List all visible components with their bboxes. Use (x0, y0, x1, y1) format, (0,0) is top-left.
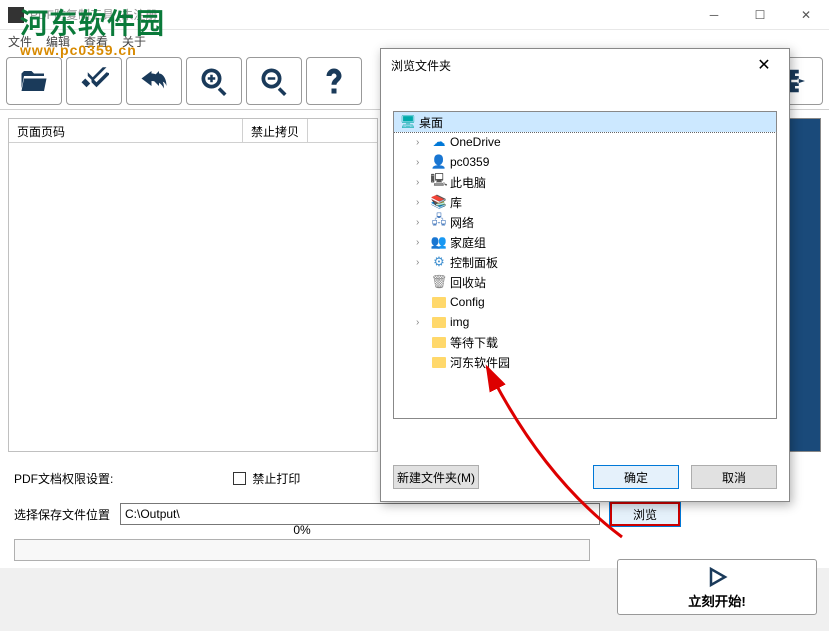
rights-label: PDF文档权限设置: (14, 470, 113, 487)
tree-controlpanel[interactable]: › ⚙ 控制面板 (394, 252, 776, 272)
user-icon: 👤 (431, 154, 447, 170)
table-header: 页面页码 禁止拷贝 (9, 119, 377, 143)
window-title: PDF防复制工具 (未注册) (30, 6, 691, 23)
network-icon: 🖧 (431, 214, 447, 230)
browse-button[interactable]: 浏览 (610, 502, 680, 526)
new-folder-button[interactable]: 新建文件夹(M) (393, 465, 479, 489)
cancel-button[interactable]: 取消 (691, 465, 777, 489)
undo-button[interactable] (126, 57, 182, 105)
tree-desktop[interactable]: 🖥 桌面 (394, 112, 776, 132)
zoom-out-icon (259, 66, 289, 96)
dialog-title: 浏览文件夹 (391, 57, 749, 74)
folder-icon (431, 354, 447, 370)
chevron-right-icon: › (416, 137, 428, 148)
start-label: 立刻开始! (688, 591, 746, 610)
tree-thispc[interactable]: › 🖳 此电脑 (394, 172, 776, 192)
folder-icon (431, 314, 447, 330)
chevron-right-icon: › (416, 157, 428, 168)
minimize-button[interactable]: ─ (691, 0, 737, 30)
double-check-icon (79, 66, 109, 96)
apply-all-button[interactable] (66, 57, 122, 105)
ok-button[interactable]: 确定 (593, 465, 679, 489)
start-button[interactable]: 立刻开始! (617, 559, 817, 615)
tree-recyclebin[interactable]: 🗑 回收站 (394, 272, 776, 292)
desktop-icon: 🖥 (400, 114, 416, 130)
help-button[interactable] (306, 57, 362, 105)
folder-icon (431, 294, 447, 310)
tree-network[interactable]: › 🖧 网络 (394, 212, 776, 232)
noprint-label: 禁止打印 (252, 470, 300, 487)
menu-view[interactable]: 查看 (84, 33, 108, 50)
checkbox-icon (233, 472, 246, 485)
col-nocopy[interactable]: 禁止拷贝 (243, 119, 308, 142)
page-list-panel: 页面页码 禁止拷贝 (8, 118, 378, 452)
col-page[interactable]: 页面页码 (9, 119, 243, 142)
dialog-close-button[interactable]: ✕ (749, 55, 779, 75)
noprint-checkbox[interactable]: 禁止打印 (233, 470, 300, 487)
progress-text: 0% (293, 522, 310, 538)
zoom-in-button[interactable] (186, 57, 242, 105)
question-icon (319, 66, 349, 96)
tree-homegroup[interactable]: › 👥 家庭组 (394, 232, 776, 252)
tree-config[interactable]: Config (394, 292, 776, 312)
dialog-titlebar: 浏览文件夹 ✕ (381, 49, 789, 81)
folder-tree[interactable]: 🖥 桌面 › ☁ OneDrive › 👤 pc0359 › 🖳 此电脑 › 📚 (393, 111, 777, 419)
dialog-buttons: 新建文件夹(M) 确定 取消 (381, 453, 789, 501)
chevron-right-icon: › (416, 237, 428, 248)
tree-libraries[interactable]: › 📚 库 (394, 192, 776, 212)
recyclebin-icon: 🗑 (431, 274, 447, 290)
close-button[interactable]: ✕ (783, 0, 829, 30)
folder-open-icon (19, 66, 49, 96)
output-label: 选择保存文件位置 (14, 506, 110, 523)
open-button[interactable] (6, 57, 62, 105)
menu-file[interactable]: 文件 (8, 33, 32, 50)
app-icon (8, 7, 24, 23)
chevron-right-icon: › (416, 217, 428, 228)
undo-icon (139, 66, 169, 96)
homegroup-icon: 👥 (431, 234, 447, 250)
output-path-input[interactable] (120, 503, 600, 525)
tree-user[interactable]: › 👤 pc0359 (394, 152, 776, 172)
folder-icon (431, 334, 447, 350)
browse-folder-dialog: 浏览文件夹 ✕ 🖥 桌面 › ☁ OneDrive › 👤 pc0359 › 🖳… (380, 48, 790, 502)
tree-hdrj[interactable]: 河东软件园 (394, 352, 776, 372)
progress-bar: 0% (14, 539, 590, 561)
cloud-icon: ☁ (431, 134, 447, 150)
menu-edit[interactable]: 编辑 (46, 33, 70, 50)
maximize-button[interactable]: ☐ (737, 0, 783, 30)
libraries-icon: 📚 (431, 194, 447, 210)
play-icon (705, 565, 729, 589)
zoom-out-button[interactable] (246, 57, 302, 105)
zoom-in-icon (199, 66, 229, 96)
chevron-right-icon: › (416, 257, 428, 268)
tree-onedrive[interactable]: › ☁ OneDrive (394, 132, 776, 152)
title-bar: PDF防复制工具 (未注册) ─ ☐ ✕ (0, 0, 829, 30)
chevron-right-icon: › (416, 197, 428, 208)
chevron-right-icon: › (416, 177, 428, 188)
controlpanel-icon: ⚙ (431, 254, 447, 270)
tree-pending[interactable]: 等待下载 (394, 332, 776, 352)
menu-about[interactable]: 关于 (122, 33, 146, 50)
pc-icon: 🖳 (431, 174, 447, 190)
chevron-right-icon: › (416, 317, 428, 328)
tree-img[interactable]: › img (394, 312, 776, 332)
